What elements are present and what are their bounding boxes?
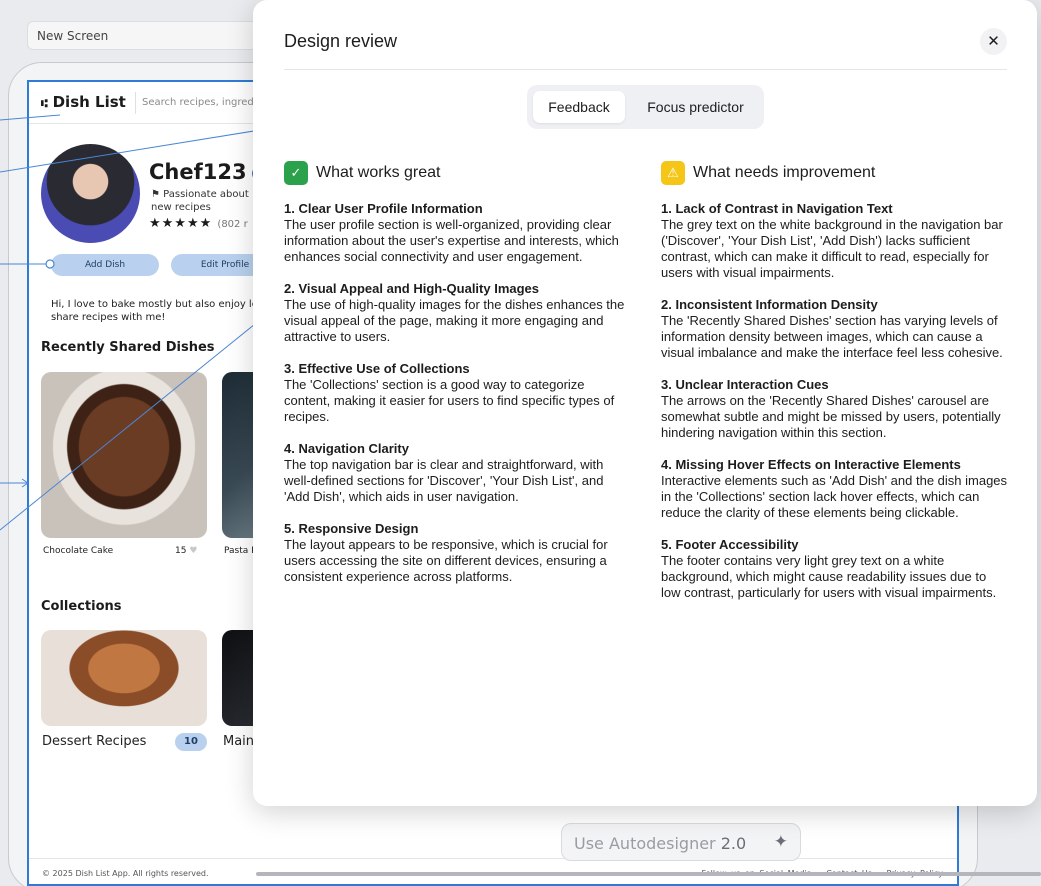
list-item: 3. Unclear Interaction Cues The arrows on… [661, 377, 1009, 441]
add-dish-button[interactable]: Add Dish [51, 254, 159, 276]
list-item: 1. Clear User Profile Information The use… [284, 201, 632, 265]
close-icon[interactable]: ✕ [980, 28, 1007, 55]
works-great-heading: ✓ What works great [284, 161, 632, 185]
star-icon: ★★★★★ [149, 216, 213, 231]
list-item: 2. Inconsistent Information Density The '… [661, 297, 1009, 361]
item-body: The arrows on the 'Recently Shared Dishe… [661, 393, 1001, 440]
item-title: 1. Lack of Contrast in Navigation Text [661, 201, 893, 216]
collections-title: Collections [41, 599, 122, 614]
list-item: 2. Visual Appeal and High-Quality Images… [284, 281, 632, 345]
app-logo: ⑆ Dish List [41, 93, 126, 111]
dish-name: Chocolate Cake [43, 546, 114, 556]
horizontal-scrollbar[interactable] [256, 872, 1041, 876]
item-body: The 'Recently Shared Dishes' section has… [661, 313, 1003, 360]
modal-title: Design review [284, 31, 398, 51]
collection-image-desserts[interactable] [41, 630, 207, 726]
needs-improvement-column: ⚠ What needs improvement 1. Lack of Contr… [661, 161, 1009, 617]
app-logo-text: Dish List [52, 93, 126, 111]
design-review-modal: Design review ✕ Feedback Focus predictor… [253, 0, 1037, 806]
modal-divider [284, 69, 1007, 70]
collection-name: Dessert Recipes [42, 734, 147, 749]
item-body: The 'Collections' section is a good way … [284, 377, 615, 424]
collection-name: Main [223, 734, 255, 749]
needs-improvement-heading: ⚠ What needs improvement [661, 161, 1009, 185]
list-item: 4. Missing Hover Effects on Interactive … [661, 457, 1009, 521]
rating-stars: ★★★★★ (802 r [149, 216, 248, 231]
flag-icon: ⚑ [151, 189, 164, 200]
dish-likes: 15 ♥ [175, 546, 197, 556]
footer-copyright: © 2025 Dish List App. All rights reserve… [42, 869, 209, 878]
rating-count: (802 r [217, 219, 248, 230]
item-title: 1. Clear User Profile Information [284, 201, 483, 216]
tab-focus-predictor[interactable]: Focus predictor [633, 91, 758, 123]
needs-improvement-heading-text: What needs improvement [693, 164, 876, 181]
dish-name: Pasta P [224, 546, 257, 556]
list-item: 1. Lack of Contrast in Navigation Text Th… [661, 201, 1009, 281]
list-item: 5. Responsive Design The layout appears t… [284, 521, 632, 585]
profile-name: Chef123✓ [149, 160, 267, 184]
item-title: 5. Footer Accessibility [661, 537, 799, 552]
item-body: The grey text on the white background in… [661, 217, 1003, 280]
item-title: 3. Unclear Interaction Cues [661, 377, 829, 392]
item-title: 3. Effective Use of Collections [284, 361, 470, 376]
dish-image-chocolate-cake[interactable] [41, 372, 207, 538]
autodesigner-version: 2.0 [720, 834, 747, 853]
works-great-column: ✓ What works great 1. Clear User Profile … [284, 161, 632, 601]
fork-icon: ⑆ [41, 97, 48, 110]
item-body: The footer contains very light grey text… [661, 553, 997, 600]
dish-likes-count: 15 [175, 546, 187, 556]
item-body: The user profile section is well-organiz… [284, 217, 619, 264]
heart-icon[interactable]: ♥ [189, 546, 197, 556]
profile-name-text: Chef123 [149, 160, 247, 184]
item-title: 2. Visual Appeal and High-Quality Images [284, 281, 540, 296]
profile-bio-text: Passionate about new recipes [151, 189, 249, 213]
profile-about: Hi, I love to bake mostly but also enjoy… [51, 299, 258, 323]
item-body: The layout appears to be responsive, whi… [284, 537, 608, 584]
screen-name-input[interactable]: New Screen [27, 21, 277, 50]
check-icon: ✓ [284, 161, 308, 185]
autodesigner-button[interactable]: Use Autodesigner 2.0 ✦ [561, 823, 801, 861]
item-title: 2. Inconsistent Information Density [661, 297, 878, 312]
review-tabs: Feedback Focus predictor [527, 85, 764, 129]
avatar [41, 144, 140, 243]
item-title: 4. Navigation Clarity [284, 441, 409, 456]
item-title: 5. Responsive Design [284, 521, 419, 536]
collection-count-badge: 10 [175, 733, 207, 751]
recent-dishes-title: Recently Shared Dishes [41, 340, 215, 355]
item-body: Interactive elements such as 'Add Dish' … [661, 473, 1008, 520]
works-great-heading-text: What works great [316, 164, 441, 181]
item-title: 4. Missing Hover Effects on Interactive … [661, 457, 961, 472]
warning-icon: ⚠ [661, 161, 685, 185]
sparkle-icon: ✦ [773, 832, 788, 852]
list-item: 4. Navigation Clarity The top navigation … [284, 441, 632, 505]
item-body: The top navigation bar is clear and stra… [284, 457, 604, 504]
list-item: 3. Effective Use of Collections The 'Coll… [284, 361, 632, 425]
list-item: 5. Footer Accessibility The footer contai… [661, 537, 1009, 601]
autodesigner-label: Use Autodesigner [574, 834, 716, 853]
item-body: The use of high-quality images for the d… [284, 297, 625, 344]
tab-feedback[interactable]: Feedback [533, 91, 625, 123]
